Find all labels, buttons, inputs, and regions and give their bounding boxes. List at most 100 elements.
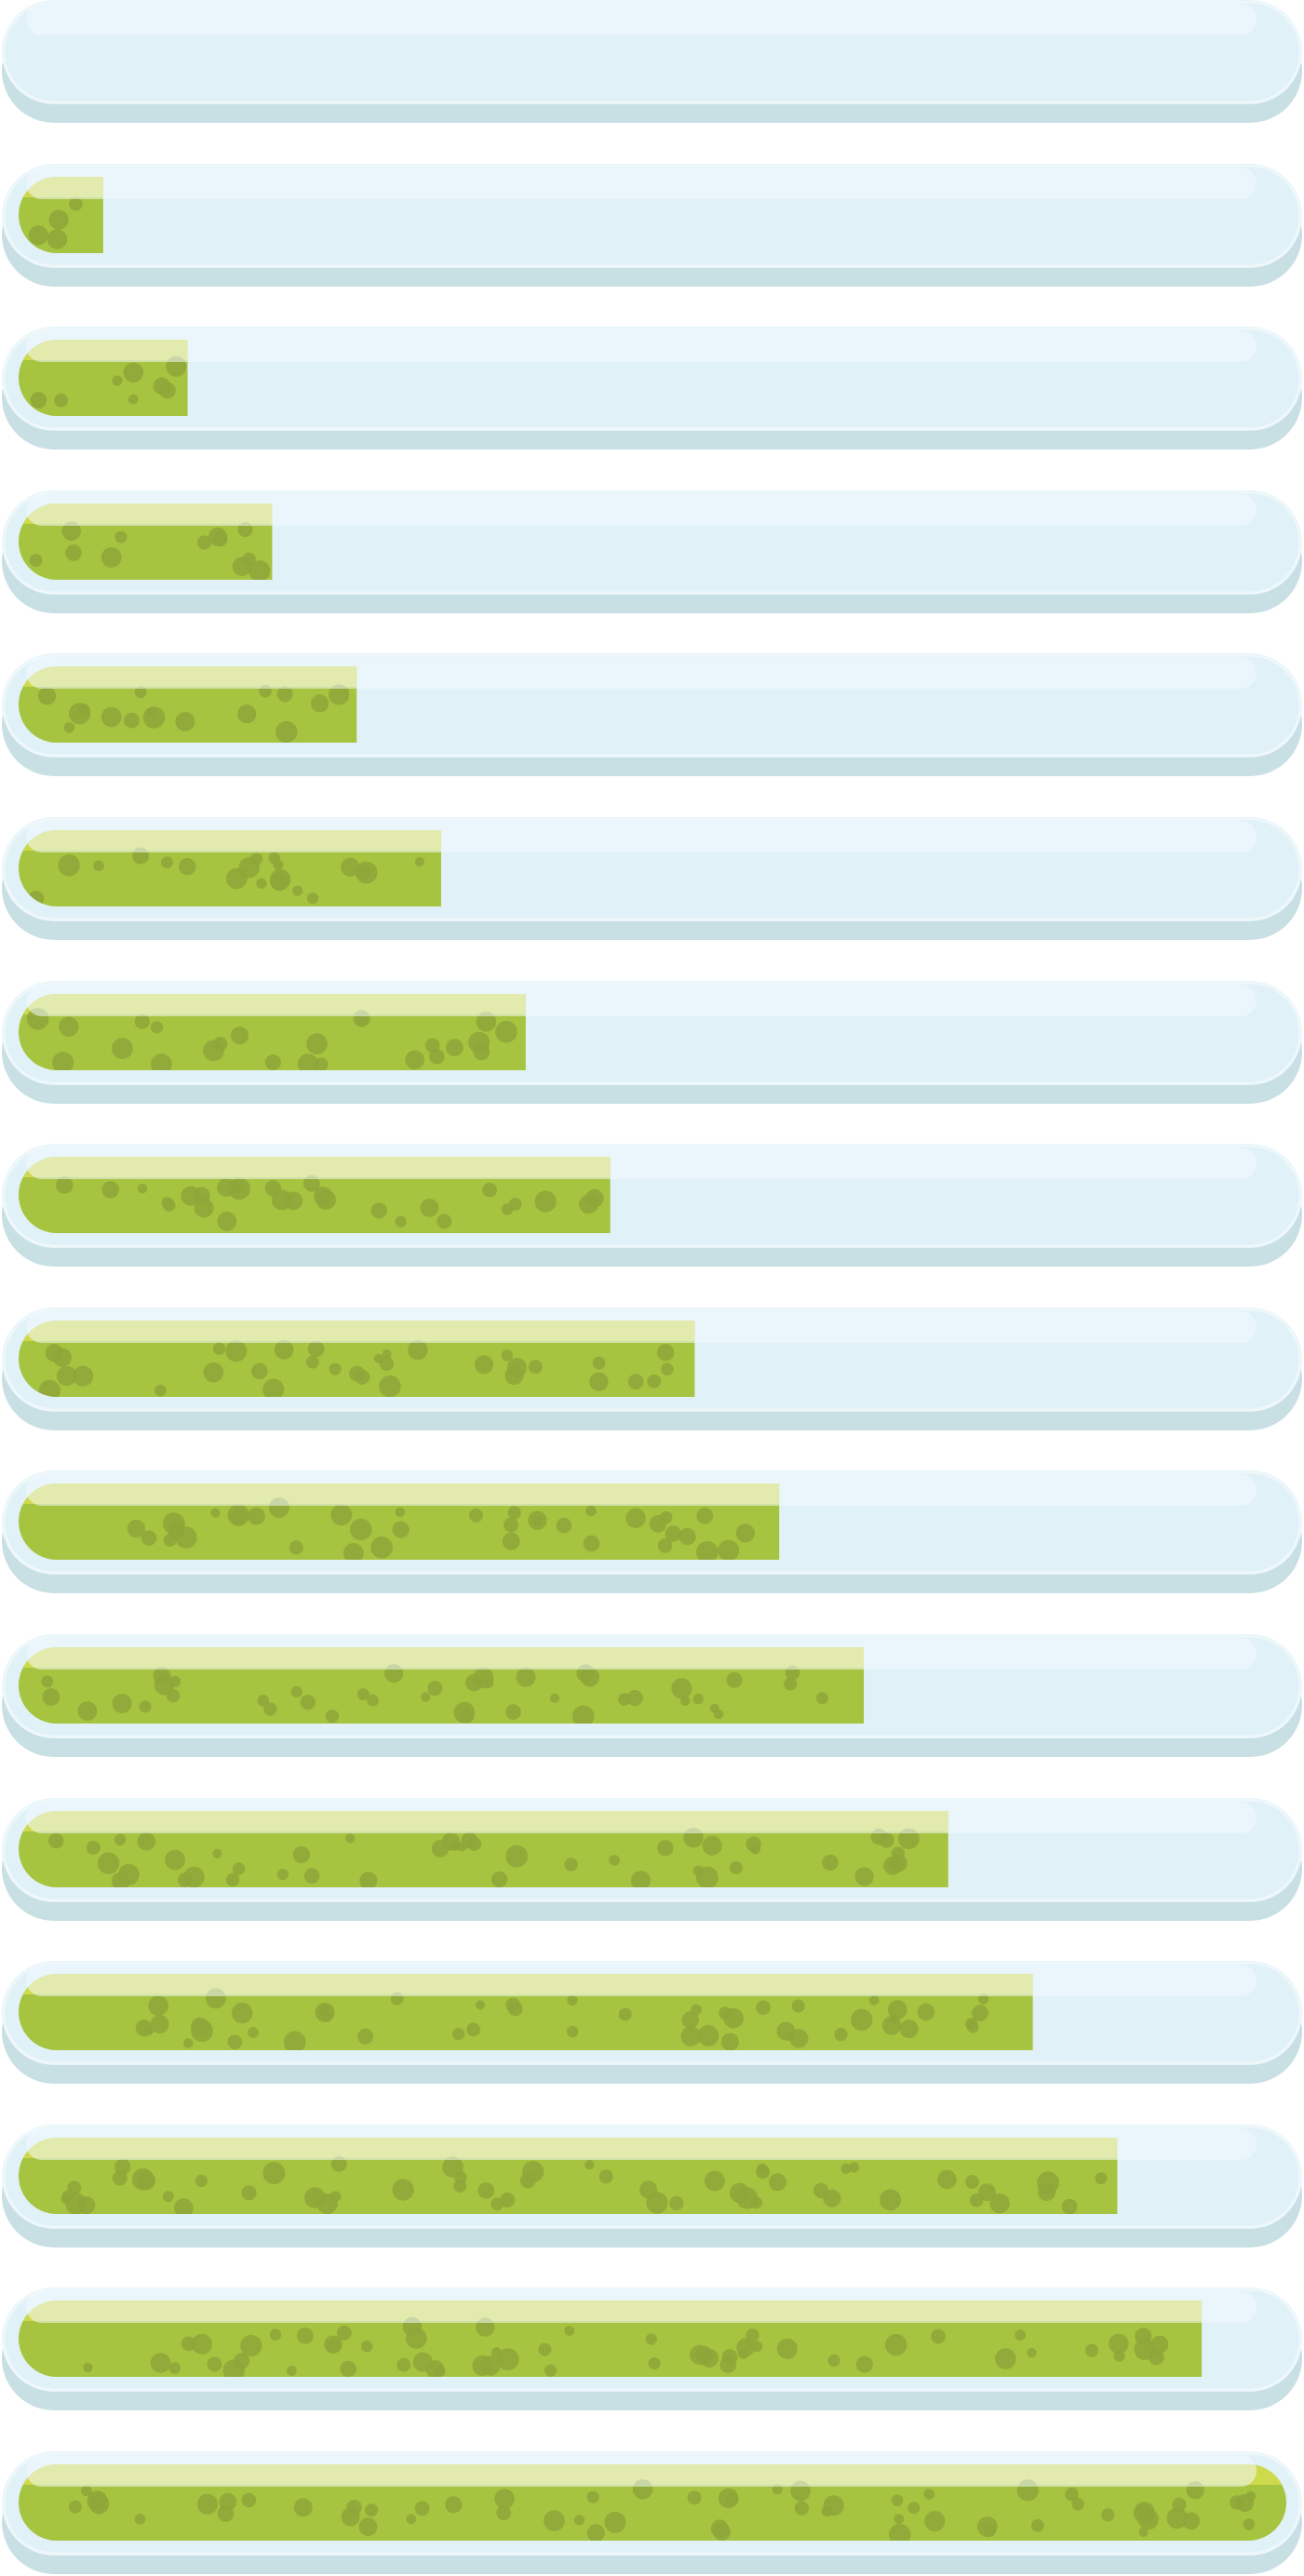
- bubble-dot: [721, 2349, 738, 2366]
- bubble-dot: [212, 1848, 222, 1858]
- bubble-dot: [687, 2490, 702, 2505]
- bubble-dot: [885, 2333, 907, 2356]
- bubble-dot: [1243, 2518, 1256, 2530]
- bubble-dot: [365, 2503, 379, 2517]
- tube-highlight: [26, 1965, 1257, 1996]
- bubble-dot: [316, 1189, 337, 1210]
- tube-highlight: [26, 1147, 1257, 1179]
- bubble-dot: [300, 1695, 316, 1711]
- progress-bar-graphic: [2, 2125, 1302, 2247]
- progress-bar: [0, 490, 1304, 615]
- bubble-dot: [165, 1849, 186, 1871]
- bubble-dot: [203, 1362, 224, 1383]
- bubble-dot: [454, 2171, 467, 2184]
- bubble-dot: [349, 1365, 366, 1382]
- bubble-dot: [989, 2193, 1010, 2214]
- bubble-dot: [217, 1212, 237, 1231]
- bubble-dot: [713, 2523, 731, 2541]
- bubble-dot: [150, 1021, 164, 1034]
- bubble-dot: [969, 2194, 984, 2207]
- bubble-dot: [135, 2019, 153, 2037]
- progress-bar: [0, 1470, 1304, 1595]
- bubble-dot: [379, 1375, 401, 1397]
- bubble-dot: [887, 2000, 907, 2019]
- bubble-dot: [63, 722, 75, 733]
- bubble-dot: [609, 1855, 620, 1866]
- bubble-dot: [230, 1509, 249, 1526]
- bubble-dot: [101, 547, 122, 568]
- bubble-dot: [756, 2165, 771, 2180]
- bubble-dot: [1101, 2508, 1115, 2522]
- bubble-dot: [181, 1186, 201, 1206]
- tube-highlight: [26, 1474, 1257, 1506]
- bubble-dot: [899, 2019, 919, 2039]
- bubble-dot: [59, 1016, 79, 1037]
- bubble-dot: [516, 1667, 536, 1687]
- bubble-dot: [534, 1190, 557, 1213]
- bubble-dot: [264, 1054, 281, 1070]
- bubble-dot: [784, 1677, 798, 1691]
- bubble-dot: [544, 2364, 558, 2377]
- bubble-dot: [146, 707, 156, 718]
- bubble-dot: [776, 2021, 796, 2041]
- bubble-dot: [86, 1841, 101, 1855]
- tube-highlight: [26, 494, 1257, 526]
- progress-bar: [0, 2451, 1304, 2576]
- bubble-dot: [124, 712, 140, 729]
- bubble-dot: [735, 2187, 759, 2209]
- bubble-dot: [69, 2500, 82, 2514]
- bubble-dot: [815, 1692, 828, 1705]
- bubble-dot: [1166, 2507, 1189, 2529]
- bubble-dot: [564, 1858, 578, 1872]
- bubble-dot: [469, 1509, 483, 1523]
- bubble-dot: [346, 2500, 362, 2516]
- bubble-dot: [311, 694, 329, 713]
- bubble-dot: [134, 2514, 146, 2525]
- bubble-dot: [854, 1867, 874, 1886]
- bubble-dot: [356, 1014, 369, 1027]
- bubble-dot: [47, 1832, 64, 1849]
- bubble-dot: [604, 2511, 626, 2533]
- bubble-dot: [1084, 2343, 1099, 2357]
- bubble-dot: [213, 1342, 226, 1355]
- progress-bar-graphic: [2, 1634, 1302, 1757]
- bubble-dot: [851, 2008, 873, 2031]
- bubble-dot: [735, 1523, 755, 1543]
- bubble-dot: [241, 2185, 257, 2201]
- bubble-dot: [101, 1181, 119, 1199]
- bubble-dot: [155, 1384, 167, 1397]
- bubble-dot: [41, 1675, 54, 1688]
- tube-highlight: [26, 2291, 1257, 2323]
- bubble-dot: [406, 2514, 417, 2525]
- bubble-dot: [307, 1340, 325, 1358]
- bubble-dot: [392, 2179, 414, 2201]
- bubble-dot: [270, 868, 291, 891]
- bubble-dot: [528, 1360, 543, 1375]
- bubble-dot: [210, 1508, 221, 1518]
- bubble-dot: [491, 1871, 508, 1887]
- bubble-dot: [162, 2191, 174, 2203]
- progress-bar: [0, 1634, 1304, 1759]
- bubble-dot: [695, 2346, 713, 2364]
- progress-bar-graphic: [2, 1961, 1302, 2084]
- progress-bar: [0, 0, 1304, 125]
- bubble-dot: [467, 1836, 482, 1851]
- bubble-dot: [995, 2348, 1016, 2369]
- bubble-dot: [544, 2510, 565, 2531]
- bubble-dot: [834, 2028, 848, 2042]
- bubble-dot: [304, 2187, 326, 2208]
- bubble-dot: [1109, 2333, 1129, 2355]
- progress-bar: [0, 164, 1304, 288]
- bubble-dot: [65, 544, 82, 561]
- tube-highlight: [26, 330, 1257, 362]
- bubble-dot: [718, 1539, 740, 1560]
- bubble-dot: [350, 1518, 372, 1541]
- bubble-dot: [627, 1374, 644, 1390]
- bubble-dot: [175, 712, 195, 731]
- bubble-dot: [128, 394, 139, 405]
- bubble-dot: [477, 2182, 495, 2199]
- bubble-dot: [340, 2360, 356, 2377]
- bubble-dot: [83, 2362, 93, 2373]
- bubble-dot: [756, 2000, 771, 2015]
- bubble-dot: [984, 2525, 996, 2537]
